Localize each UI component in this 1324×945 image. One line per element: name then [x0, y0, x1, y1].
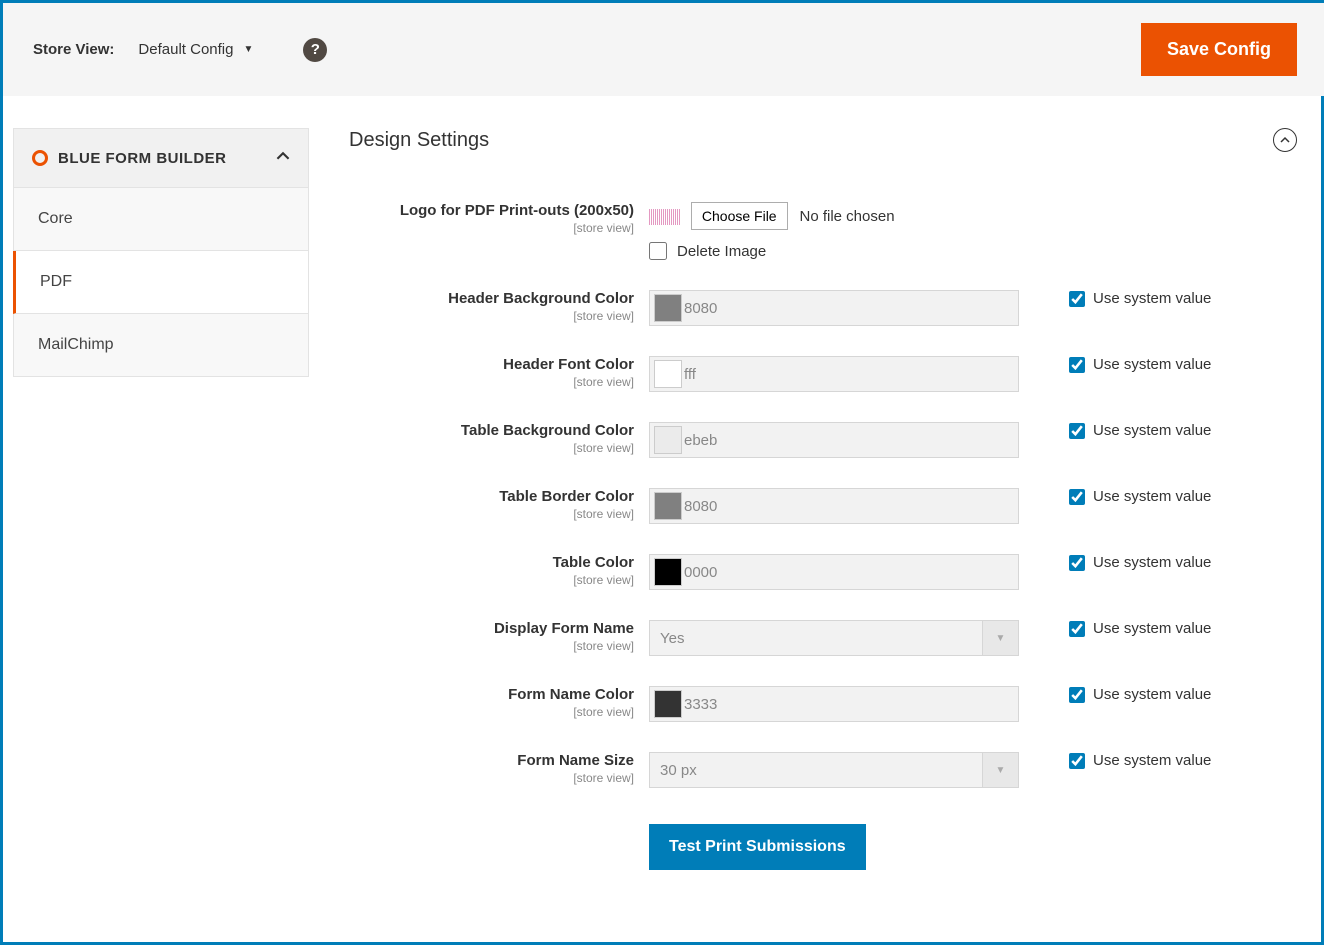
use-system-checkbox[interactable]	[1069, 621, 1085, 637]
use-system-checkbox[interactable]	[1069, 291, 1085, 307]
caret-down-icon: ▼	[982, 621, 1018, 655]
section-title: Design Settings	[349, 129, 489, 152]
top-toolbar: Store View: Default Config ▼ ? Save Conf…	[3, 3, 1324, 96]
delete-image-checkbox[interactable]	[649, 242, 667, 260]
display-form-name-select: Yes ▼	[649, 620, 1019, 656]
save-config-button[interactable]: Save Config	[1141, 23, 1297, 76]
use-system-checkbox[interactable]	[1069, 357, 1085, 373]
sidebar-item-core[interactable]: Core	[13, 188, 309, 251]
choose-file-button[interactable]: Choose File	[691, 202, 788, 230]
test-print-submissions-button[interactable]: Test Print Submissions	[649, 824, 866, 870]
header-font-color-input: fff	[649, 356, 1019, 392]
field-label: Logo for PDF Print-outs (200x50)	[400, 202, 634, 219]
help-icon[interactable]: ?	[303, 38, 327, 62]
use-system-label[interactable]: Use system value	[1093, 356, 1211, 373]
config-sidebar: BLUE FORM BUILDER Core PDF MailChimp	[13, 128, 309, 900]
table-color-input: 0000	[649, 554, 1019, 590]
field-label: Table Color	[553, 554, 634, 571]
use-system-checkbox[interactable]	[1069, 753, 1085, 769]
color-value: ebeb	[684, 432, 717, 449]
field-label: Header Background Color	[448, 290, 634, 307]
color-swatch	[654, 426, 682, 454]
store-view-label: Store View:	[33, 41, 114, 58]
sidebar-item-label: MailChimp	[38, 336, 114, 353]
sidebar-group-blue-form-builder[interactable]: BLUE FORM BUILDER	[13, 128, 309, 188]
color-value: fff	[684, 366, 696, 383]
scope-label: [store view]	[349, 771, 634, 785]
use-system-label[interactable]: Use system value	[1093, 554, 1211, 571]
caret-down-icon: ▼	[982, 753, 1018, 787]
field-label: Header Font Color	[503, 356, 634, 373]
scope-label: [store view]	[349, 309, 634, 323]
color-swatch	[654, 294, 682, 322]
field-label: Table Border Color	[499, 488, 634, 505]
caret-down-icon: ▼	[243, 44, 253, 55]
use-system-label[interactable]: Use system value	[1093, 752, 1211, 769]
color-swatch	[654, 492, 682, 520]
color-swatch	[654, 558, 682, 586]
scope-label: [store view]	[349, 221, 634, 235]
select-value: 30 px	[660, 762, 697, 779]
field-label: Form Name Color	[508, 686, 634, 703]
sidebar-item-mailchimp[interactable]: MailChimp	[13, 314, 309, 377]
sidebar-item-label: PDF	[40, 273, 72, 290]
form-name-size-select: 30 px ▼	[649, 752, 1019, 788]
scope-label: [store view]	[349, 507, 634, 521]
use-system-label[interactable]: Use system value	[1093, 488, 1211, 505]
sidebar-item-pdf[interactable]: PDF	[13, 251, 309, 314]
sidebar-group-title: BLUE FORM BUILDER	[58, 150, 227, 167]
select-value: Yes	[660, 630, 684, 647]
scope-label: [store view]	[349, 375, 634, 389]
color-value: 8080	[684, 300, 717, 317]
scope-label: [store view]	[349, 639, 634, 653]
field-label: Display Form Name	[494, 620, 634, 637]
use-system-checkbox[interactable]	[1069, 555, 1085, 571]
ring-icon	[32, 150, 48, 166]
delete-image-label: Delete Image	[677, 243, 766, 260]
use-system-label[interactable]: Use system value	[1093, 620, 1211, 637]
logo-thumbnail[interactable]	[649, 209, 681, 225]
color-swatch	[654, 690, 682, 718]
scope-label: [store view]	[349, 441, 634, 455]
content-area: Design Settings Logo for PDF Print-outs …	[309, 96, 1317, 900]
use-system-checkbox[interactable]	[1069, 489, 1085, 505]
header-bg-color-input: 8080	[649, 290, 1019, 326]
use-system-label[interactable]: Use system value	[1093, 686, 1211, 703]
use-system-checkbox[interactable]	[1069, 423, 1085, 439]
color-value: 3333	[684, 696, 717, 713]
field-label: Table Background Color	[461, 422, 634, 439]
file-status-text: No file chosen	[799, 208, 894, 225]
color-value: 8080	[684, 498, 717, 515]
field-label: Form Name Size	[517, 752, 634, 769]
sidebar-item-label: Core	[38, 210, 73, 227]
use-system-label[interactable]: Use system value	[1093, 290, 1211, 307]
color-value: 0000	[684, 564, 717, 581]
store-view-value: Default Config	[138, 41, 233, 58]
scope-label: [store view]	[349, 573, 634, 587]
use-system-checkbox[interactable]	[1069, 687, 1085, 703]
color-swatch	[654, 360, 682, 388]
chevron-up-icon	[276, 149, 290, 167]
scope-label: [store view]	[349, 705, 634, 719]
section-collapse-button[interactable]	[1273, 128, 1297, 152]
use-system-label[interactable]: Use system value	[1093, 422, 1211, 439]
table-bg-color-input: ebeb	[649, 422, 1019, 458]
form-name-color-input: 3333	[649, 686, 1019, 722]
store-view-dropdown[interactable]: Default Config ▼	[138, 41, 253, 58]
table-border-color-input: 8080	[649, 488, 1019, 524]
